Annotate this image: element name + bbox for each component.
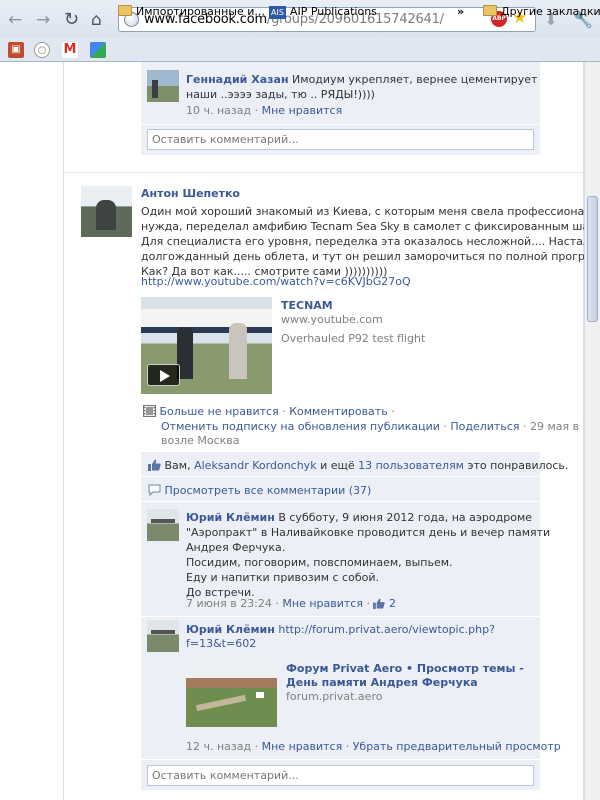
link-preview-thumbnail[interactable] xyxy=(186,660,277,727)
post-author[interactable]: Антон Шепетко xyxy=(141,186,240,201)
bookmark-app-icon[interactable]: ▣ xyxy=(8,42,24,58)
link-preview-title[interactable]: День памяти Андрея Ферчука xyxy=(286,675,478,690)
comment-link[interactable]: Комментировать xyxy=(289,405,387,418)
attachment-source: www.youtube.com xyxy=(281,313,383,326)
like-link[interactable]: Мне нравится xyxy=(282,597,363,610)
post-author-avatar[interactable] xyxy=(81,186,132,237)
comment-text: Посидим, поговорим, повспоминаем, выпьем… xyxy=(186,556,453,569)
reload-icon[interactable]: ↻ xyxy=(64,10,79,30)
unlike-link[interactable]: Больше не нравится xyxy=(160,405,279,418)
bookmark-aip[interactable]: AIS AIP Publications xyxy=(269,4,377,20)
post-text-line: Один мой хороший знакомый из Киева, с ко… xyxy=(141,205,600,218)
scrollbar[interactable] xyxy=(584,62,600,800)
scrollbar-thumb[interactable] xyxy=(587,196,598,322)
comment-text: Андрея Ферчука. xyxy=(186,541,286,554)
bookmark-page-icon[interactable]: ○ xyxy=(34,42,50,58)
comment-like-count[interactable]: 2 xyxy=(389,597,396,610)
comment-text: В субботу, 9 июня 2012 года, на аэродром… xyxy=(278,511,533,524)
link-preview-source: forum.privat.aero xyxy=(286,690,383,703)
comment-link[interactable]: http://forum.privat.aero/viewtopic.php? xyxy=(278,623,495,636)
facebook-group-page: Геннадий Хазан Имодиум укрепляет, вернее… xyxy=(0,62,600,800)
link-preview-title[interactable]: Форум Privat Aero • Просмотр темы - xyxy=(286,661,524,676)
folder-icon xyxy=(483,5,497,16)
play-icon[interactable] xyxy=(147,364,180,386)
gmail-icon[interactable]: M xyxy=(62,42,78,58)
comment-text: Имодиум укрепляет, вернее цементирует xyxy=(292,73,538,86)
post-text-line: нужда, переделал амфибию Tecnam Sea Sky … xyxy=(141,220,600,233)
comment-bubble-icon xyxy=(148,484,161,500)
comment-time[interactable]: 10 ч. назад xyxy=(186,104,251,117)
post-text-line: долгожданный день облета, и тут он решил… xyxy=(141,250,600,263)
comment-author[interactable]: Геннадий Хазан xyxy=(186,73,289,86)
video-thumbnail[interactable] xyxy=(141,297,272,394)
comment-author[interactable]: Юрий Клёмин xyxy=(186,511,275,524)
comment-author[interactable]: Юрий Клёмин xyxy=(186,623,275,636)
bookmark-other[interactable]: Другие закладки xyxy=(483,4,600,20)
google-icon[interactable] xyxy=(90,42,106,58)
unsubscribe-link[interactable]: Отменить подписку на обновления публикац… xyxy=(161,420,440,433)
thumbs-up-icon xyxy=(148,459,161,475)
comment-link[interactable]: f=13&t=602 xyxy=(186,636,256,651)
comment-text: "Аэропракт" в Наливайковке проводится де… xyxy=(186,526,551,539)
share-link[interactable]: Поделиться xyxy=(450,420,519,433)
comment-time[interactable]: 7 июня в 23:24 xyxy=(186,597,272,610)
film-icon xyxy=(143,405,156,421)
folder-icon xyxy=(118,5,132,16)
likes-you: Вам, xyxy=(164,459,191,472)
attachment-description: Overhauled P92 test flight xyxy=(281,332,426,345)
home-icon[interactable]: ⌂ xyxy=(91,10,102,30)
post-link[interactable]: http://www.youtube.com/watch?v=c6KVJbG27… xyxy=(141,274,411,289)
avatar[interactable] xyxy=(147,620,179,652)
thumbs-up-icon xyxy=(373,598,386,613)
forward-arrow-icon[interactable]: → xyxy=(36,10,50,30)
comment-input[interactable]: Оставить комментарий... xyxy=(147,765,534,786)
avatar[interactable] xyxy=(147,509,179,541)
comment-time[interactable]: 12 ч. назад xyxy=(186,740,251,753)
likes-person-link[interactable]: Aleksandr Kordonchyk xyxy=(194,459,316,472)
post-text-line: Для специалиста его уровня, переделка эт… xyxy=(141,235,590,248)
attachment-title[interactable]: TECNAM xyxy=(281,298,333,313)
view-all-comments-link[interactable]: Просмотреть все комментарии (37) xyxy=(165,484,372,497)
like-link[interactable]: Мне нравится xyxy=(262,104,343,117)
aip-icon: AIS xyxy=(269,6,286,19)
comment-text: Еду и напитки привозим с собой. xyxy=(186,571,379,584)
post-location: возле Москва xyxy=(161,434,240,447)
remove-preview-link[interactable]: Убрать предварительный просмотр xyxy=(353,740,561,753)
like-link[interactable]: Мне нравится xyxy=(262,740,343,753)
avatar[interactable] xyxy=(147,70,179,102)
bookmark-imported[interactable]: Импортированные и... xyxy=(118,4,265,20)
back-arrow-icon[interactable]: ← xyxy=(8,10,22,30)
comment-input[interactable]: Оставить комментарий... xyxy=(147,129,534,150)
bookmarks-overflow[interactable]: » xyxy=(457,4,464,20)
comment-text: наши ..ээээ зады, тю .. РЯДЫ!)))) xyxy=(186,88,375,101)
likes-others-link[interactable]: 13 пользователям xyxy=(358,459,464,472)
